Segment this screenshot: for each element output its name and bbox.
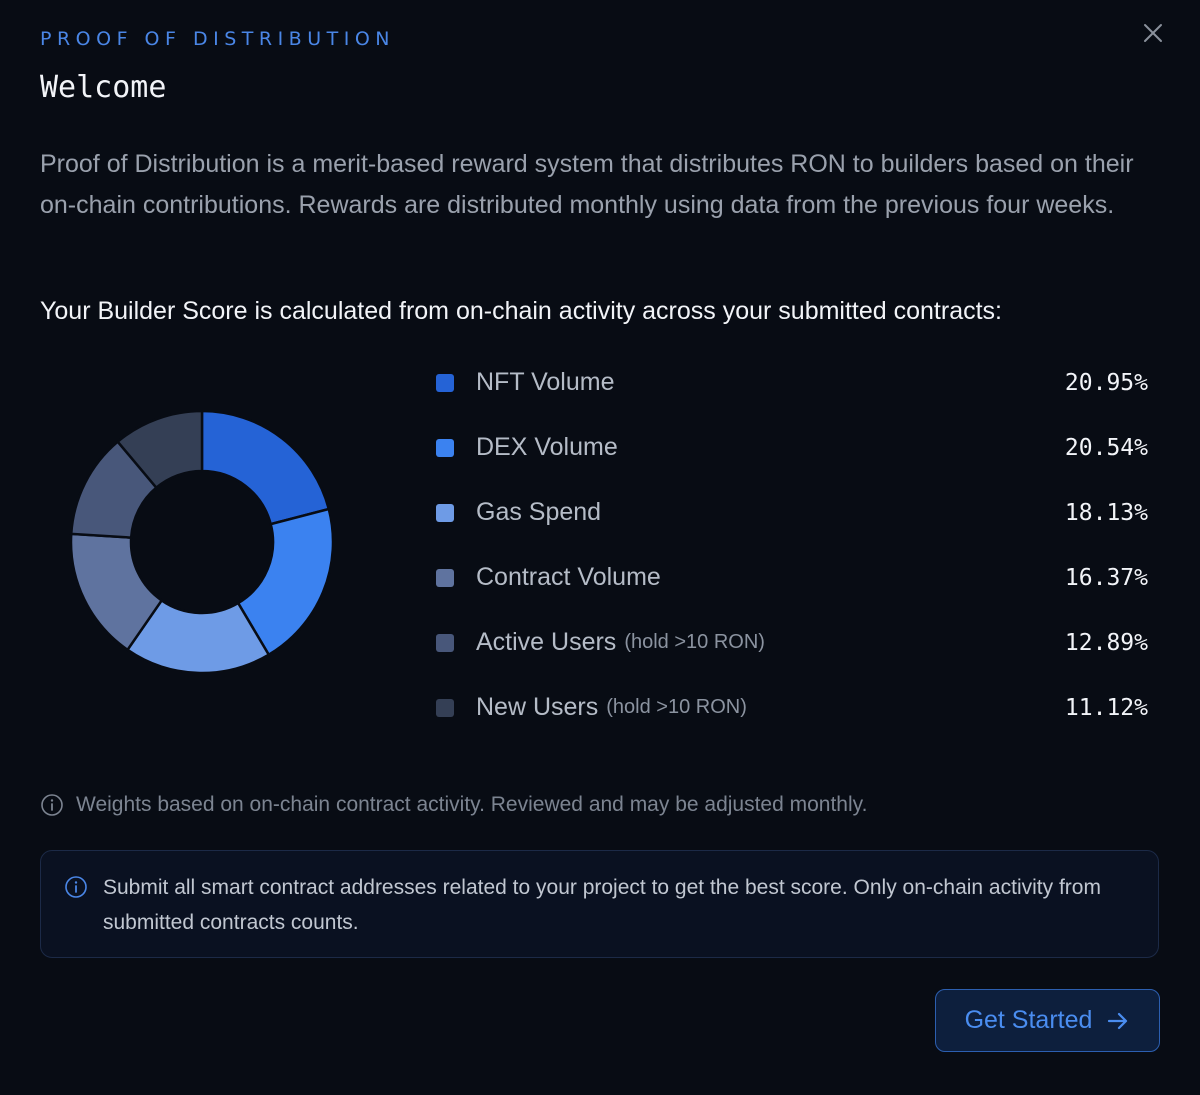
legend-value: 18.13% (1064, 499, 1148, 526)
info-icon (65, 876, 87, 898)
legend-item: Gas Spend 18.13% (436, 480, 1148, 545)
legend-value: 12.89% (1064, 629, 1148, 656)
intro-text: Proof of Distribution is a merit-based r… (40, 150, 1134, 219)
legend-label: Active Users (476, 628, 617, 656)
legend-item: DEX Volume 20.54% (436, 415, 1148, 480)
chart-legend: NFT Volume 20.95% DEX Volume 20.54% Gas Spen… (436, 350, 1148, 740)
get-started-label: Get Started (964, 1006, 1093, 1034)
close-button[interactable] (1138, 18, 1168, 48)
donut-slice-nft-volume (200, 409, 331, 526)
get-started-button[interactable]: Get Started (935, 989, 1160, 1052)
welcome-modal: PROOF OF DISTRIBUTION Welcome Proof of D… (0, 0, 1200, 1095)
legend-value: 16.37% (1064, 564, 1148, 591)
arrow-right-icon (1108, 1012, 1128, 1029)
legend-swatch (436, 503, 454, 522)
legend-swatch (436, 698, 454, 717)
legend-swatch (436, 633, 454, 652)
legend-item: Active Users (hold >10 RON) 12.89% (436, 610, 1148, 675)
callout-text: Submit all smart contract addresses rela… (103, 876, 1101, 934)
legend-label: Contract Volume (476, 563, 661, 591)
legend-value: 11.12% (1064, 694, 1148, 721)
close-icon (1144, 24, 1162, 42)
distribution-donut-chart (69, 409, 335, 675)
legend-item: NFT Volume 20.95% (436, 350, 1148, 415)
legend-item: New Users (hold >10 RON) 11.12% (436, 675, 1148, 740)
legend-value: 20.54% (1064, 434, 1148, 461)
weights-note: Weights based on on-chain contract activ… (40, 793, 867, 817)
legend-sublabel: (hold >10 RON) (606, 696, 747, 718)
legend-label: Gas Spend (476, 498, 602, 526)
weights-note-text: Weights based on on-chain contract activ… (76, 793, 868, 816)
modal-title: Welcome (40, 70, 167, 105)
legend-swatch (436, 438, 454, 457)
legend-swatch (436, 568, 454, 587)
legend-label: DEX Volume (476, 433, 618, 461)
legend-swatch (436, 373, 454, 392)
info-icon (41, 794, 63, 816)
legend-label: New Users (476, 693, 599, 721)
modal-eyebrow: PROOF OF DISTRIBUTION (40, 28, 395, 50)
legend-item: Contract Volume 16.37% (436, 545, 1148, 610)
score-heading: Your Builder Score is calculated from on… (40, 297, 1002, 325)
legend-sublabel: (hold >10 RON) (624, 631, 765, 653)
legend-value: 20.95% (1064, 369, 1148, 396)
legend-label: NFT Volume (476, 368, 615, 396)
submit-contracts-callout: Submit all smart contract addresses rela… (40, 850, 1159, 958)
